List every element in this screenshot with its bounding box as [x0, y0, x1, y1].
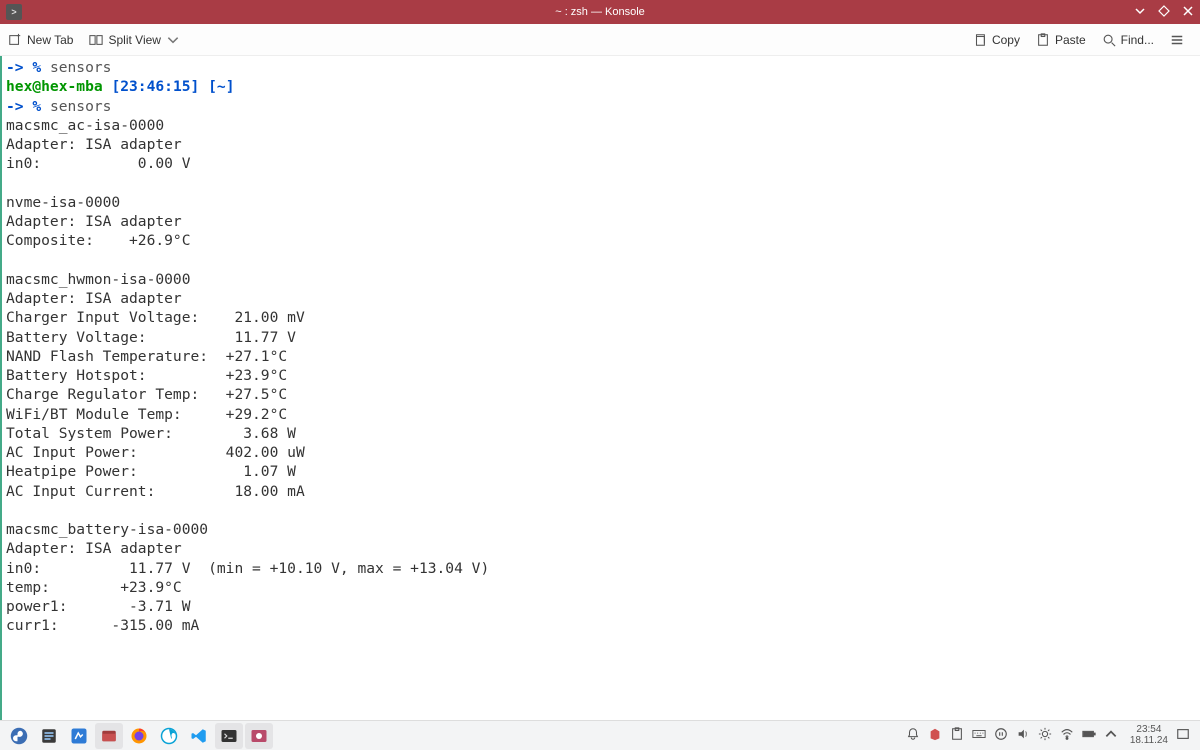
fedora-menu-icon[interactable]	[5, 723, 33, 749]
chevron-down-icon[interactable]	[1134, 5, 1146, 20]
new-tab-icon	[8, 33, 22, 47]
tray-battery-icon[interactable]	[1082, 727, 1096, 744]
tray-wifi-icon[interactable]	[1060, 727, 1074, 744]
search-icon	[1102, 33, 1116, 47]
toolbar: New Tab Split View Copy Paste Find...	[0, 24, 1200, 56]
split-view-button[interactable]: Split View	[81, 24, 187, 55]
copy-icon	[973, 33, 987, 47]
taskbar-screenshot-app[interactable]	[245, 723, 273, 749]
taskbar-discover[interactable]	[65, 723, 93, 749]
new-tab-label: New Tab	[27, 33, 73, 47]
terminal-output: -> % sensors hex@hex-mba [23:46:15] [~] …	[6, 58, 1196, 636]
terminal-area[interactable]: -> % sensors hex@hex-mba [23:46:15] [~] …	[0, 56, 1200, 720]
window-titlebar: > ~ : zsh — Konsole	[0, 0, 1200, 24]
tray-pause-icon[interactable]	[994, 727, 1008, 744]
taskbar-filemanager[interactable]	[95, 723, 123, 749]
paste-label: Paste	[1055, 33, 1086, 47]
tray-volume-icon[interactable]	[1016, 727, 1030, 744]
taskbar-firefox[interactable]	[125, 723, 153, 749]
find-label: Find...	[1121, 33, 1154, 47]
hamburger-icon	[1170, 33, 1184, 47]
taskbar-system-settings[interactable]	[35, 723, 63, 749]
paste-icon	[1036, 33, 1050, 47]
copy-button[interactable]: Copy	[965, 24, 1028, 55]
new-tab-button[interactable]: New Tab	[0, 24, 81, 55]
taskbar-vscode[interactable]	[185, 723, 213, 749]
chevron-down-icon	[166, 33, 180, 47]
window-title: ~ : zsh — Konsole	[555, 6, 645, 18]
find-button[interactable]: Find...	[1094, 24, 1162, 55]
tray-expand-icon[interactable]	[1104, 727, 1118, 744]
copy-label: Copy	[992, 33, 1020, 47]
maximize-icon[interactable]	[1158, 5, 1170, 20]
clock-time: 23:54	[1130, 725, 1168, 736]
split-view-label: Split View	[108, 33, 160, 47]
split-view-icon	[89, 33, 103, 47]
tray-brightness-icon[interactable]	[1038, 727, 1052, 744]
system-tray: 23:54 18.11.24	[906, 725, 1196, 746]
tray-updates-icon[interactable]	[928, 727, 942, 744]
close-icon[interactable]	[1182, 5, 1194, 20]
konsole-app-icon: >	[6, 4, 22, 20]
taskbar-browser-icon[interactable]	[155, 723, 183, 749]
taskbar-konsole[interactable]	[215, 723, 243, 749]
hamburger-menu-button[interactable]	[1162, 24, 1192, 55]
taskbar-clock[interactable]: 23:54 18.11.24	[1130, 725, 1168, 746]
taskbar: 23:54 18.11.24	[0, 720, 1200, 750]
tray-desktop-icon[interactable]	[1176, 727, 1190, 744]
clock-date: 18.11.24	[1130, 736, 1168, 747]
notification-icon[interactable]	[906, 727, 920, 744]
paste-button[interactable]: Paste	[1028, 24, 1094, 55]
tray-keyboard-icon[interactable]	[972, 727, 986, 744]
tray-clipboard-icon[interactable]	[950, 727, 964, 744]
